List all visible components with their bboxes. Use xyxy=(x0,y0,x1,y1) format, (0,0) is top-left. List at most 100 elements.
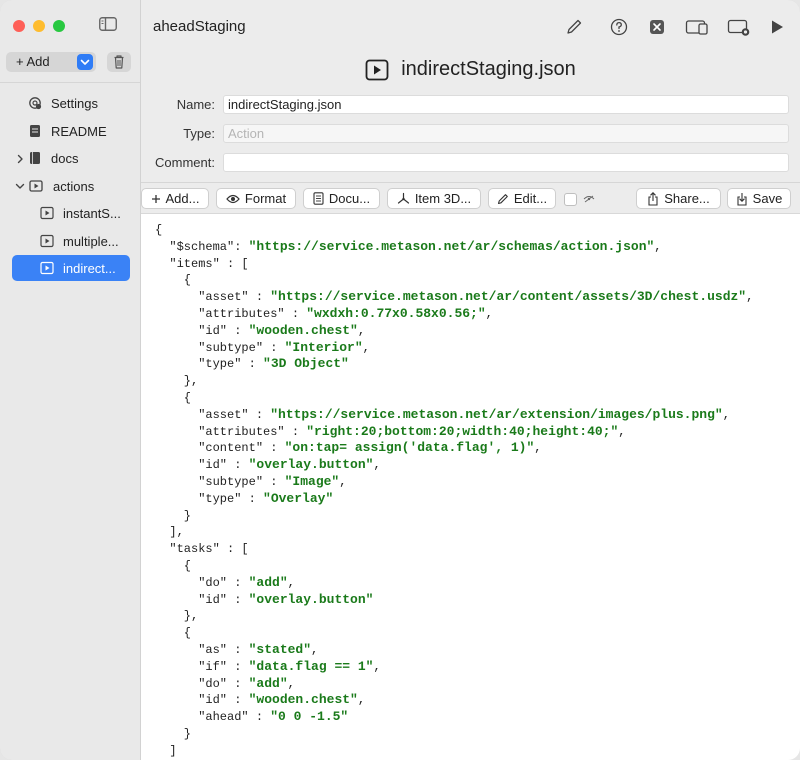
code-string-value: "Interior" xyxy=(284,339,363,355)
code-line: "subtype" : "Interior", xyxy=(155,340,753,357)
toolbar-divider xyxy=(141,182,800,183)
code-punctuation: , xyxy=(287,575,295,590)
sidebar-item-label: indirect... xyxy=(63,260,116,276)
code-string-value: "overlay.button" xyxy=(248,591,374,607)
code-key: "id" : xyxy=(155,693,249,708)
json-editor[interactable]: { "$schema": "https://service.metason.ne… xyxy=(141,213,800,760)
code-line: "items" : [ xyxy=(155,256,753,273)
name-label: Name: xyxy=(176,97,215,112)
code-line: "id" : "wooden.chest", xyxy=(155,692,753,709)
save-button[interactable]: Save xyxy=(727,188,791,209)
item-3d-button[interactable]: Item 3D... xyxy=(387,188,481,209)
code-line: "asset" : "https://service.metason.net/a… xyxy=(155,407,753,424)
format-button-label: Format xyxy=(244,191,287,206)
code-punctuation: , xyxy=(654,239,662,254)
sidebar-item-settings[interactable]: Settings xyxy=(28,90,98,116)
comment-label: Comment: xyxy=(155,155,215,170)
code-line: "id" : "overlay.button" xyxy=(155,592,753,609)
code-string-value: "overlay.button" xyxy=(248,457,374,473)
code-line: } xyxy=(155,726,753,743)
3d-axes-icon xyxy=(397,192,409,204)
code-key: "do" : xyxy=(155,575,249,590)
edit-button[interactable]: Edit... xyxy=(488,188,556,209)
documentation-button-label: Docu... xyxy=(328,191,371,206)
code-string-value: "wxdxh:0.77x0.58x0.56;" xyxy=(306,305,486,321)
code-key: }, xyxy=(155,374,199,389)
code-key: { xyxy=(155,626,192,641)
code-line: "tasks" : [ xyxy=(155,541,753,558)
sidebar-item-label: instantS... xyxy=(63,205,121,221)
pencil-icon[interactable] xyxy=(564,17,584,37)
code-key: } xyxy=(155,726,192,741)
code-line: "attributes" : "right:20;bottom:20;width… xyxy=(155,424,753,441)
code-line: { xyxy=(155,625,753,642)
code-punctuation: , xyxy=(373,659,381,674)
minimize-window-button[interactable] xyxy=(33,20,45,32)
code-punctuation: , xyxy=(287,676,295,691)
code-key: "ahead" : xyxy=(155,710,271,725)
pencil-icon xyxy=(497,193,508,204)
document-icon xyxy=(313,192,324,205)
sidebar-toggle-icon[interactable] xyxy=(99,17,117,31)
play-file-icon xyxy=(365,59,389,80)
code-key: "type" : xyxy=(155,357,264,372)
json-code[interactable]: { "$schema": "https://service.metason.ne… xyxy=(155,222,753,760)
code-key: }, xyxy=(155,609,199,624)
close-document-icon[interactable] xyxy=(647,17,667,37)
sidebar-divider xyxy=(0,82,140,83)
chevron-down-icon[interactable] xyxy=(15,181,25,191)
documentation-button[interactable]: Docu... xyxy=(303,188,380,209)
code-line: "if" : "data.flag == 1", xyxy=(155,659,753,676)
code-punctuation: , xyxy=(311,642,319,657)
format-button[interactable]: Format xyxy=(216,188,296,209)
comment-field[interactable] xyxy=(223,153,789,172)
play-icon[interactable] xyxy=(767,17,787,37)
code-string-value: "wooden.chest" xyxy=(248,322,358,338)
book-icon xyxy=(30,152,40,164)
sidebar-item-indirectstaging[interactable]: indirect... xyxy=(12,255,130,281)
code-key: "attributes" : xyxy=(155,306,307,321)
code-line: "type" : "3D Object" xyxy=(155,356,753,373)
sidebar-item-docs[interactable]: docs xyxy=(28,145,78,171)
document-header: indirectStaging.json xyxy=(141,58,800,81)
code-key: "asset" : xyxy=(155,407,271,422)
name-field[interactable]: indirectStaging.json xyxy=(223,95,789,114)
display-record-icon[interactable] xyxy=(727,17,751,37)
play-file-icon xyxy=(40,234,54,248)
type-field[interactable]: Action xyxy=(223,124,789,143)
sidebar-item-instantstaging[interactable]: instantS... xyxy=(40,200,121,226)
device-preview-icon[interactable] xyxy=(685,17,709,37)
chevron-down-icon[interactable] xyxy=(77,54,93,70)
option-checkbox[interactable] xyxy=(564,193,577,206)
sidebar-item-actions[interactable]: actions xyxy=(28,173,94,199)
code-key: "attributes" : xyxy=(155,424,307,439)
code-line: }, xyxy=(155,608,753,625)
code-line: "id" : "overlay.button", xyxy=(155,457,753,474)
code-key: "$schema": xyxy=(155,239,249,254)
code-line: { xyxy=(155,390,753,407)
share-button[interactable]: Share... xyxy=(636,188,721,209)
window-title: aheadStaging xyxy=(153,18,246,35)
eye-icon xyxy=(226,194,240,203)
close-window-button[interactable] xyxy=(13,20,25,32)
code-line: "subtype" : "Image", xyxy=(155,474,753,491)
trash-icon xyxy=(114,55,124,69)
code-punctuation: , xyxy=(357,693,366,708)
add-menu-button[interactable]: + Add xyxy=(6,52,96,72)
sidebar: + Add Settings README docs actions insta… xyxy=(0,0,141,760)
chevron-right-icon[interactable] xyxy=(15,154,25,164)
code-key: { xyxy=(155,390,192,405)
help-icon[interactable] xyxy=(609,17,629,37)
code-line: "$schema": "https://service.metason.net/… xyxy=(155,239,753,256)
delete-button[interactable] xyxy=(107,52,131,72)
code-key: ], xyxy=(155,525,184,540)
add-button[interactable]: Add... xyxy=(141,188,209,209)
zoom-window-button[interactable] xyxy=(53,20,65,32)
sidebar-item-multiple[interactable]: multiple... xyxy=(40,228,119,254)
code-key: "type" : xyxy=(155,491,264,506)
sidebar-item-readme[interactable]: README xyxy=(28,118,107,144)
eye-slash-icon xyxy=(583,195,595,203)
save-button-label: Save xyxy=(752,191,783,206)
code-punctuation: , xyxy=(722,407,730,422)
code-punctuation: , xyxy=(373,458,381,473)
